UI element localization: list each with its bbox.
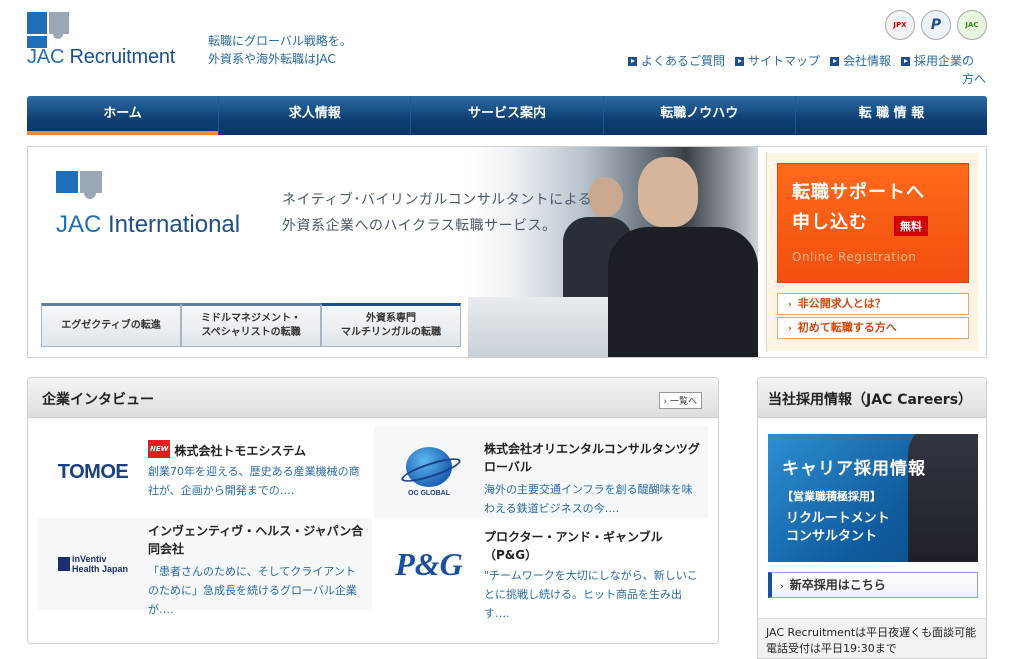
arrow-icon: [735, 57, 745, 66]
brand-name: JAC Recruitment: [27, 46, 176, 68]
faq-link[interactable]: よくあるご質問: [628, 52, 725, 70]
nav-jobs[interactable]: 求人情報: [219, 96, 412, 135]
service-tabs: エグゼクティブの転進 ミドルマネジメント・ スペシャリストの転職 外資系専門 マルチ…: [41, 303, 461, 347]
section-title: 企業インタビュー: [42, 392, 154, 408]
site-logo[interactable]: JAC Recruitment: [27, 12, 187, 68]
company-logo: TOMOE: [57, 460, 129, 483]
utility-links: よくあるご質問 サイトマップ 会社情報 採用企業の 方へ: [628, 52, 990, 88]
chevron-right-icon: ›: [780, 582, 784, 592]
nav-services[interactable]: サービス案内: [411, 96, 604, 135]
new-grad-link[interactable]: › 新卒採用はこちら: [768, 572, 978, 598]
arrow-icon: [628, 57, 637, 66]
sitemap-link[interactable]: サイトマップ: [735, 52, 820, 70]
company-logo: OC GLOBAL: [406, 447, 452, 497]
interview-card[interactable]: OC GLOBAL 株式会社オリエンタルコンサルタンツグローバル 海外の主要交通…: [374, 426, 708, 518]
interview-card[interactable]: TOMOE NEW 株式会社トモエシステム 創業70年を迎える、歴史ある産業機械の…: [38, 426, 372, 518]
globe-icon: [406, 447, 452, 487]
first-time-link[interactable]: › 初めて転職する方へ: [777, 317, 969, 339]
company-logo: P&G: [395, 545, 463, 582]
view-all-button[interactable]: › 一覧へ: [658, 392, 702, 409]
interview-panel: 企業インタビュー › 一覧へ TOMOE NEW 株式会社トモエシステム 創業70…: [27, 377, 719, 644]
career-recruit-banner[interactable]: キャリア採用情報 【営業職積極採用】 リクルートメント コンサルタント: [768, 434, 978, 562]
main-nav: ホーム 求人情報 サービス案内 転職ノウハウ 転 職 情 報: [27, 96, 987, 135]
contact-note: JAC Recruitmentは平日夜遅くも面談可能 電話受付は平日19:30ま…: [758, 618, 986, 658]
arrow-icon: [901, 57, 911, 66]
privacy-mark-icon: P: [921, 10, 951, 40]
tagline: 転職にグローバル戦略を。 外資系や海外転職はJAC: [208, 34, 352, 66]
jac-eco-badge-icon: JAC: [957, 10, 987, 40]
hidden-jobs-link[interactable]: › 非公開求人とは？: [777, 293, 969, 315]
section-title: 当社採用情報（JAC Careers）: [758, 378, 986, 418]
careers-panel: 当社採用情報（JAC Careers） キャリア採用情報 【営業職積極採用】 リ…: [757, 377, 987, 659]
employer-link[interactable]: 採用企業の: [901, 52, 974, 70]
nav-knowhow[interactable]: 転職ノウハウ: [604, 96, 796, 135]
tab-executive[interactable]: エグゼクティブの転進: [41, 303, 181, 347]
free-badge: 無料: [894, 216, 928, 236]
chevron-right-icon: ›: [788, 300, 792, 310]
company-info-link[interactable]: 会社情報: [830, 52, 891, 70]
company-logo: inVentiv Health Japan: [57, 554, 128, 574]
tab-multilingual[interactable]: 外資系専門 マルチリンガルの転職: [321, 303, 461, 347]
interview-card[interactable]: inVentiv Health Japan インヴェンティヴ・ヘルス・ジャパン合同…: [38, 518, 372, 616]
register-button[interactable]: 転職サポートへ 申し込む 無料 Online Registration: [777, 163, 969, 283]
employer-link-wrap[interactable]: 方へ: [628, 70, 990, 88]
interview-card[interactable]: P&G プロクター・アンド・ギャンブル（P&G） "チームワークを大切にしながら…: [374, 518, 708, 620]
tab-middle-management[interactable]: ミドルマネジメント・ スペシャリストの転職: [181, 303, 321, 347]
arrow-icon: [830, 57, 840, 66]
jpx-badge-icon: JPX: [885, 10, 915, 40]
new-badge: NEW: [148, 440, 171, 458]
hero-banner: JAC International ネイティブ･バイリンガルコンサルタントによる…: [27, 146, 987, 358]
jac-international-logo: JAC International: [56, 171, 240, 238]
meeting-photo: [468, 147, 758, 357]
nav-home[interactable]: ホーム: [27, 96, 220, 135]
hero-copy: ネイティブ･バイリンガルコンサルタントによる 外資系企業へのハイクラス転職サービ…: [282, 192, 593, 234]
registration-panel: 転職サポートへ 申し込む 無料 Online Registration › 非公開…: [766, 153, 978, 351]
nav-career-info[interactable]: 転 職 情 報: [796, 96, 987, 135]
chevron-right-icon: ›: [788, 324, 792, 334]
certification-badges: JPX P JAC: [885, 10, 987, 40]
